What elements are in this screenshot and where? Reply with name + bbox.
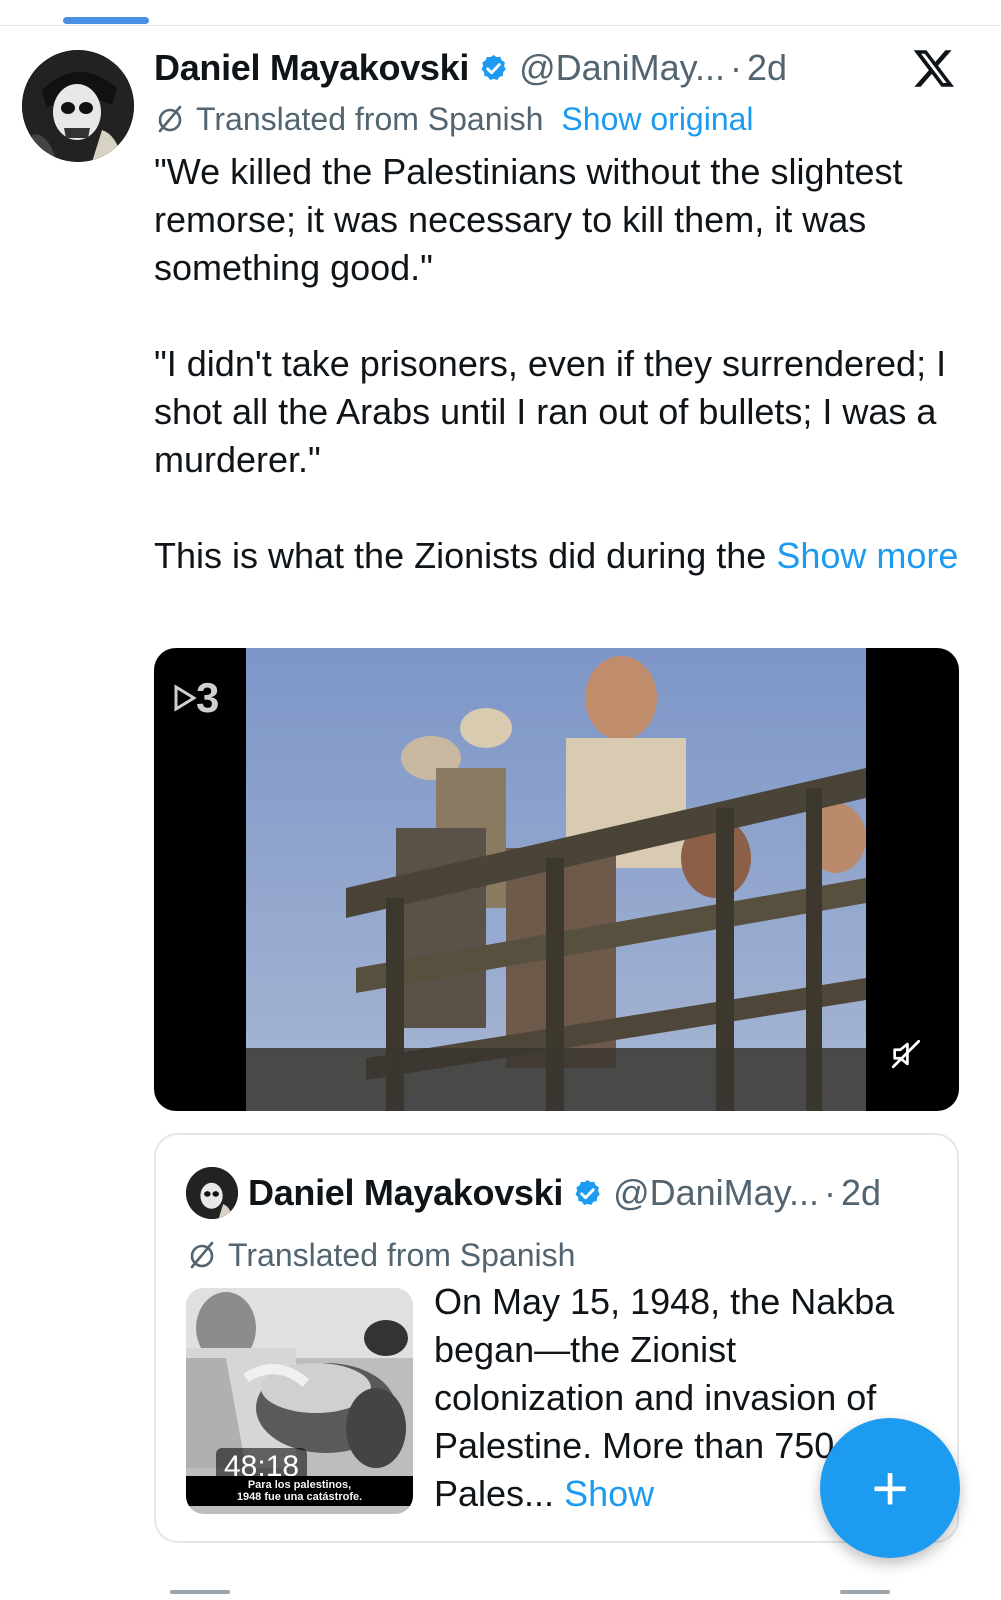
verified-badge-icon [478, 53, 509, 84]
quoted-author-display-name[interactable]: Daniel Mayakovski [248, 1172, 563, 1214]
channel-logo-text: 3 [196, 674, 220, 721]
channel-logo: 3 [174, 674, 219, 722]
quoted-tweet-header: Daniel Mayakovski @DaniMay... · 2d [248, 1168, 881, 1218]
quoted-avatar[interactable] [186, 1167, 238, 1219]
author-handle[interactable]: @DaniMay... [519, 47, 725, 89]
quoted-translation-row: Translated from Spanish [186, 1233, 575, 1277]
show-original-link[interactable]: Show original [561, 101, 753, 138]
author-display-name[interactable]: Daniel Mayakovski [154, 47, 469, 89]
separator-dot: · [824, 1172, 837, 1213]
tweet-paragraph: This is what the Zionists did during the… [154, 532, 969, 580]
tweet-header: Daniel Mayakovski @DaniMay... · 2d [154, 44, 787, 92]
x-logo-icon[interactable] [912, 46, 956, 90]
bottom-bar-edge [840, 1590, 890, 1594]
tweet-paragraph: "I didn't take prisoners, even if they s… [154, 343, 947, 480]
translated-label: Translated from Spanish [196, 100, 544, 137]
tweet-text: "We killed the Palestinians without the … [154, 148, 969, 580]
thumbnail-subtitle: Para los palestinos, 1948 fue una catást… [186, 1476, 413, 1506]
subtitle-line: Para los palestinos, [247, 1479, 352, 1491]
avatar[interactable] [22, 50, 134, 162]
quoted-translated-label: Translated from Spanish [228, 1236, 576, 1273]
quoted-show-more-link[interactable]: Show [564, 1473, 654, 1514]
quoted-timestamp[interactable]: 2d [841, 1172, 881, 1214]
translation-row: Translated from Spanish Show original [154, 97, 754, 141]
video-frame [246, 648, 866, 1111]
bottom-bar-edge [170, 1590, 230, 1594]
quoted-video-thumbnail[interactable]: 48:18 Para los palestinos, 1948 fue una … [186, 1288, 413, 1514]
subtitle-line: 1948 fue una catástrofe. [236, 1491, 363, 1503]
tab-indicator [63, 17, 149, 24]
mute-icon[interactable] [889, 1037, 923, 1071]
translate-icon [154, 103, 186, 135]
timestamp[interactable]: 2d [747, 47, 787, 89]
tweet-paragraph: "We killed the Palestinians without the … [154, 151, 903, 288]
verified-badge-icon [572, 1178, 603, 1209]
divider [0, 25, 1001, 26]
separator-dot: · [730, 47, 743, 88]
plus-icon: + [871, 1452, 909, 1524]
video-player[interactable]: 3 [154, 648, 959, 1111]
show-more-link[interactable]: Show more [776, 535, 958, 576]
tweet-paragraph-text: This is what the Zionists did during the [154, 535, 777, 576]
translate-icon [186, 1239, 218, 1271]
tweet-detail-page: Daniel Mayakovski @DaniMay... · 2d Trans… [0, 0, 1001, 1600]
quoted-author-handle[interactable]: @DaniMay... [613, 1172, 819, 1214]
compose-button[interactable]: + [820, 1418, 960, 1558]
